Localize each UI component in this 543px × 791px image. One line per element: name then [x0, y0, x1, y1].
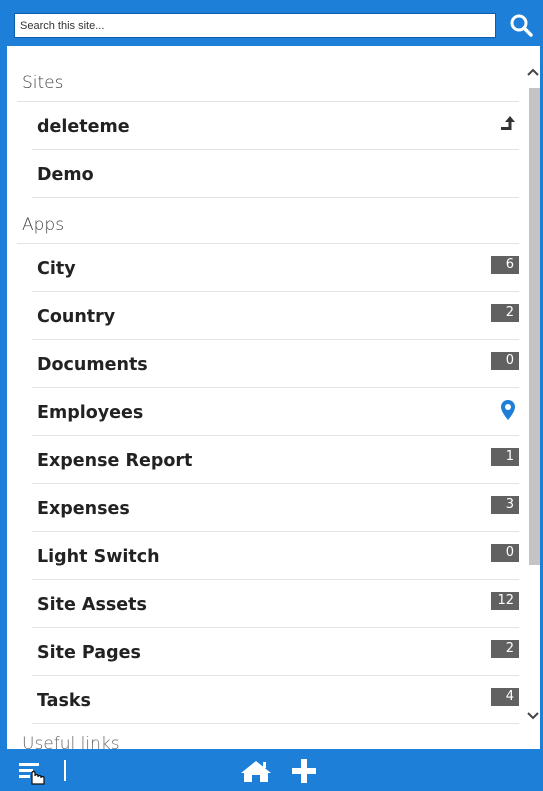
plus-icon — [292, 759, 316, 783]
list-item-label: City — [37, 259, 76, 279]
search-button[interactable] — [505, 10, 537, 40]
scroll-up-button[interactable] — [526, 64, 540, 80]
list-item-label: Expense Report — [37, 451, 193, 471]
item-count-badge: 6 — [491, 256, 519, 274]
home-icon — [241, 761, 271, 782]
list-item-label: Employees — [37, 403, 144, 423]
item-count-badge: 1 — [491, 448, 519, 466]
item-count-badge: 0 — [491, 544, 519, 562]
list-item-label: Light Switch — [37, 547, 160, 567]
list-item-label: Country — [37, 307, 116, 327]
add-button[interactable] — [290, 757, 318, 785]
section-header-useful-links: Useful links — [22, 734, 120, 749]
scroll-down-button[interactable] — [526, 708, 540, 724]
list-item-label: Site Assets — [37, 595, 147, 615]
search-input[interactable] — [14, 13, 496, 38]
list-item-label: deleteme — [37, 117, 130, 137]
list-item-site-pages[interactable]: Site Pages 2 — [32, 628, 519, 676]
section-header-sites: Sites — [22, 73, 64, 93]
item-count-badge: 4 — [491, 688, 519, 706]
list-item-expense-report[interactable]: Expense Report 1 — [32, 436, 519, 484]
list-item-tasks[interactable]: Tasks 4 — [32, 676, 519, 724]
list-item-light-switch[interactable]: Light Switch 0 — [32, 532, 519, 580]
list-item-country[interactable]: Country 2 — [32, 292, 519, 340]
list-item-label: Expenses — [37, 499, 130, 519]
location-pin-icon — [499, 400, 517, 420]
home-button[interactable] — [239, 758, 273, 784]
list-item-city[interactable]: City 6 — [32, 244, 519, 292]
frame-border-left — [0, 46, 7, 749]
list-item-documents[interactable]: Documents 0 — [32, 340, 519, 388]
list-item-expenses[interactable]: Expenses 3 — [32, 484, 519, 532]
list-item-employees[interactable]: Employees — [32, 388, 519, 436]
chevron-down-icon — [527, 712, 539, 720]
scrollbar-thumb[interactable] — [529, 88, 540, 565]
list-item-site-assets[interactable]: Site Assets 12 — [32, 580, 519, 628]
list-item-deleteme[interactable]: deleteme — [32, 102, 519, 150]
toolbar-separator — [64, 760, 66, 781]
chevron-up-icon — [527, 68, 539, 76]
item-count-badge: 2 — [491, 640, 519, 658]
upload-arrow-icon — [499, 114, 517, 134]
list-item-label: Demo — [37, 165, 94, 185]
list-item-label: Tasks — [37, 691, 91, 711]
bottom-toolbar — [0, 749, 543, 791]
menu-button[interactable] — [14, 759, 50, 785]
item-count-badge: 3 — [491, 496, 519, 514]
list-item-label: Documents — [37, 355, 148, 375]
item-count-badge: 12 — [491, 592, 519, 610]
menu-icon — [19, 763, 45, 785]
item-count-badge: 2 — [491, 304, 519, 322]
scrollbar[interactable] — [526, 46, 540, 749]
list-item-demo[interactable]: Demo — [32, 150, 519, 198]
section-header-apps: Apps — [22, 215, 65, 235]
item-count-badge: 0 — [491, 352, 519, 370]
list-item-label: Site Pages — [37, 643, 141, 663]
search-icon — [510, 14, 533, 37]
site-navigation-list[interactable]: Sites deleteme Demo Apps City 6 Country … — [7, 46, 526, 749]
